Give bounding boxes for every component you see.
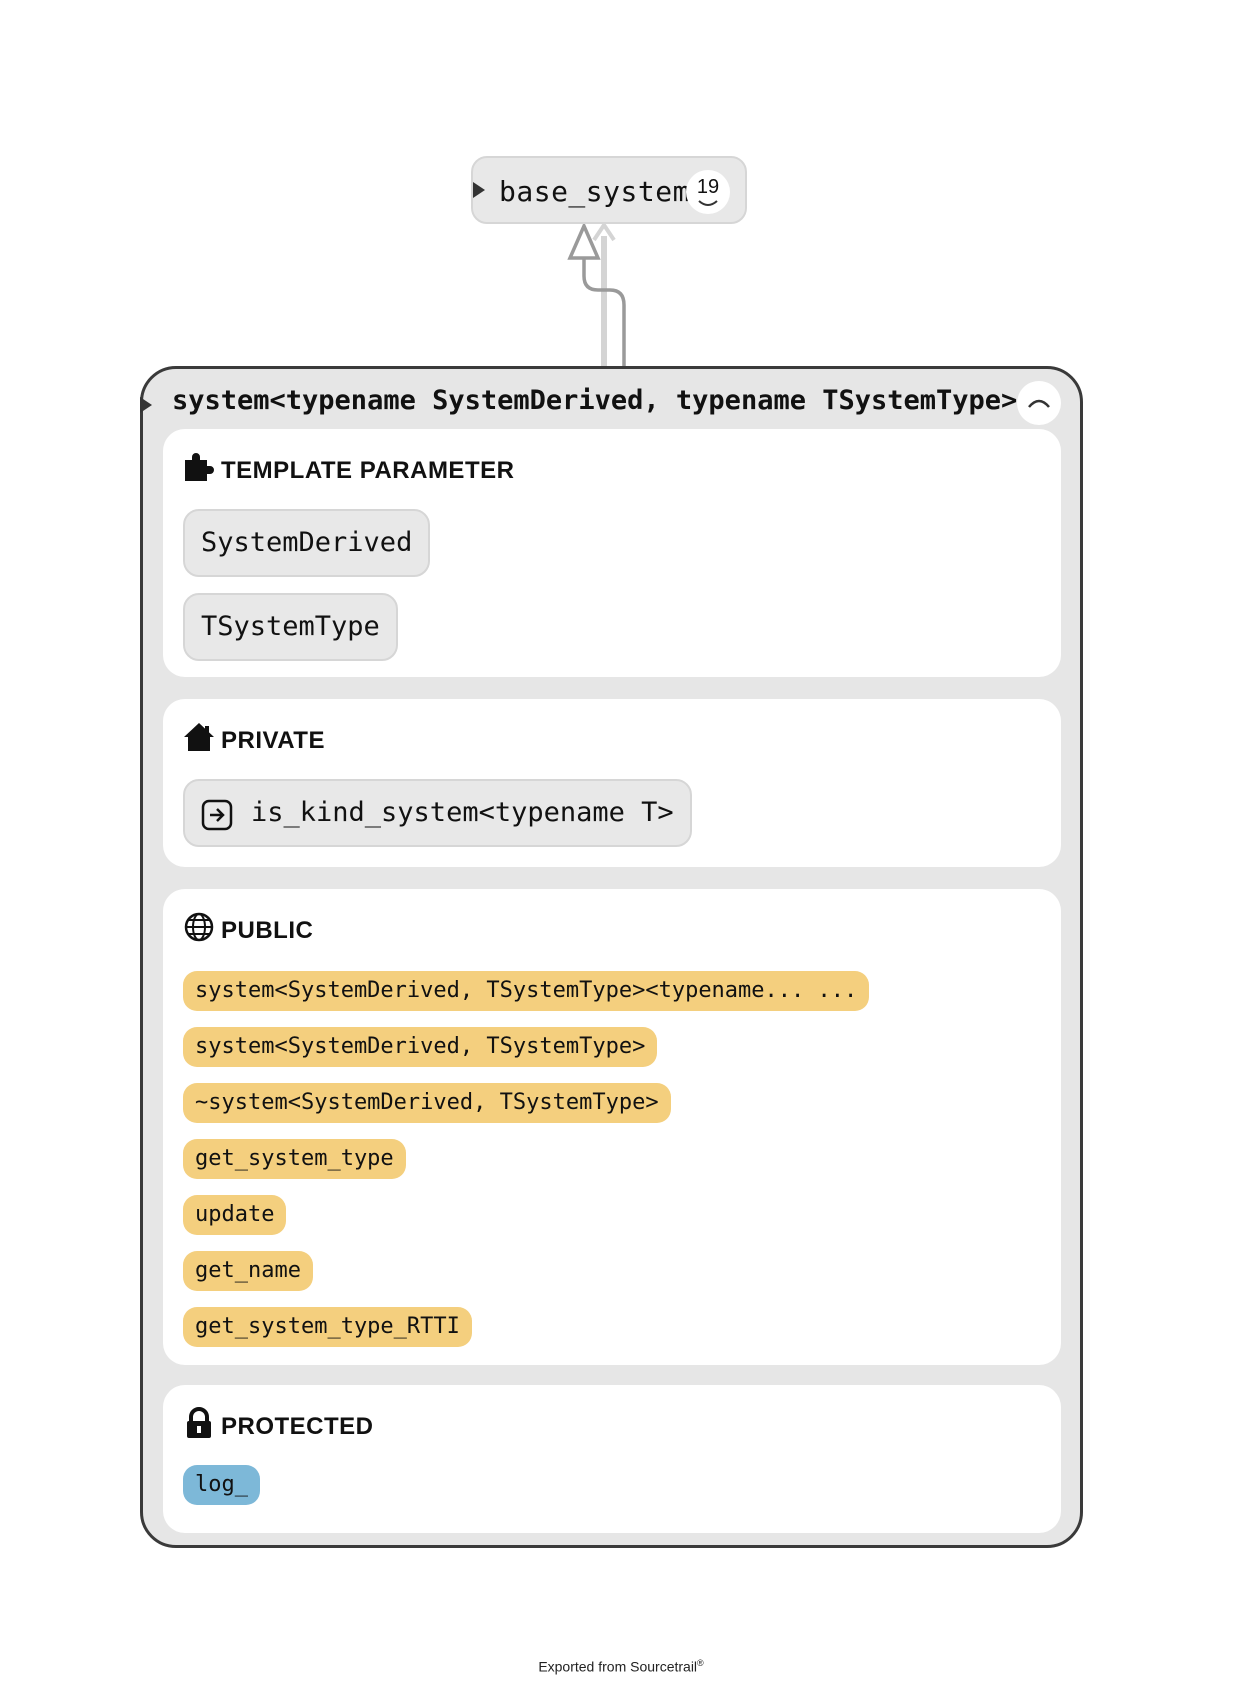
expand-triangle-icon[interactable] xyxy=(140,397,152,413)
house-icon xyxy=(184,723,214,751)
reference-count-badge[interactable]: 19 xyxy=(686,170,730,214)
function-item[interactable]: update xyxy=(183,1195,287,1235)
function-label: get_system_type_RTTI xyxy=(195,1314,460,1339)
function-item[interactable]: get_system_type_RTTI xyxy=(183,1307,472,1347)
function-label: get_system_type xyxy=(195,1146,394,1171)
export-footer: Exported from Sourcetrail® xyxy=(0,1658,1242,1675)
section-private: PRIVATE is_kind_system<typename T> xyxy=(163,699,1061,867)
section-public: PUBLIC system<SystemDerived, TSystemType… xyxy=(163,889,1061,1365)
base-system-node[interactable]: base_system 19 xyxy=(471,156,747,224)
field-label: log_ xyxy=(195,1472,248,1497)
puzzle-piece-icon xyxy=(185,453,214,481)
typedef-item[interactable]: is_kind_system<typename T> xyxy=(183,779,692,847)
section-title: PUBLIC xyxy=(221,917,314,944)
section-protected: PROTECTED log_ xyxy=(163,1385,1061,1533)
function-item[interactable]: get_name xyxy=(183,1251,313,1291)
globe-icon xyxy=(184,912,214,942)
function-label: update xyxy=(195,1202,275,1227)
chevron-down-icon xyxy=(698,200,718,206)
template-param-item[interactable]: SystemDerived xyxy=(183,509,431,577)
class-title: system<typename SystemDerived, typename … xyxy=(172,385,1018,416)
class-node-system[interactable]: system<typename SystemDerived, typename … xyxy=(140,366,1083,1548)
footer-text: Exported from Sourcetrail xyxy=(538,1658,698,1675)
function-item[interactable]: system<SystemDerived, TSystemType> xyxy=(183,1027,658,1067)
field-item[interactable]: log_ xyxy=(183,1465,260,1505)
template-param-item[interactable]: TSystemType xyxy=(183,593,398,661)
inheritance-edge xyxy=(582,258,626,366)
collapse-button[interactable] xyxy=(1017,381,1061,425)
section-title: TEMPLATE PARAMETER xyxy=(221,457,515,484)
typedef-icon xyxy=(201,799,233,831)
section-title: PROTECTED xyxy=(221,1413,374,1440)
function-label: ~system<SystemDerived, TSystemType> xyxy=(195,1090,659,1115)
function-label: system<SystemDerived, TSystemType> xyxy=(195,1034,646,1059)
base-system-label: base_system xyxy=(499,175,690,208)
section-title: PRIVATE xyxy=(221,727,325,754)
lock-icon xyxy=(187,1407,211,1438)
expand-triangle-icon[interactable] xyxy=(473,182,485,198)
function-item[interactable]: ~system<SystemDerived, TSystemType> xyxy=(183,1083,671,1123)
section-template-parameter: TEMPLATE PARAMETER SystemDerived TSystem… xyxy=(163,429,1061,677)
template-param-label: SystemDerived xyxy=(201,527,413,558)
typedef-label: is_kind_system<typename T> xyxy=(251,797,674,828)
function-item[interactable]: system<SystemDerived, TSystemType><typen… xyxy=(183,971,870,1011)
function-label: get_name xyxy=(195,1258,301,1283)
reference-count: 19 xyxy=(696,176,720,198)
registered-mark: ® xyxy=(697,1658,704,1668)
light-edge-arrow xyxy=(592,221,616,242)
chevron-up-icon xyxy=(1028,399,1050,408)
function-item[interactable]: get_system_type xyxy=(183,1139,406,1179)
template-param-label: TSystemType xyxy=(201,611,380,642)
function-label: system<SystemDerived, TSystemType><typen… xyxy=(195,978,858,1003)
inheritance-arrow xyxy=(567,221,601,260)
